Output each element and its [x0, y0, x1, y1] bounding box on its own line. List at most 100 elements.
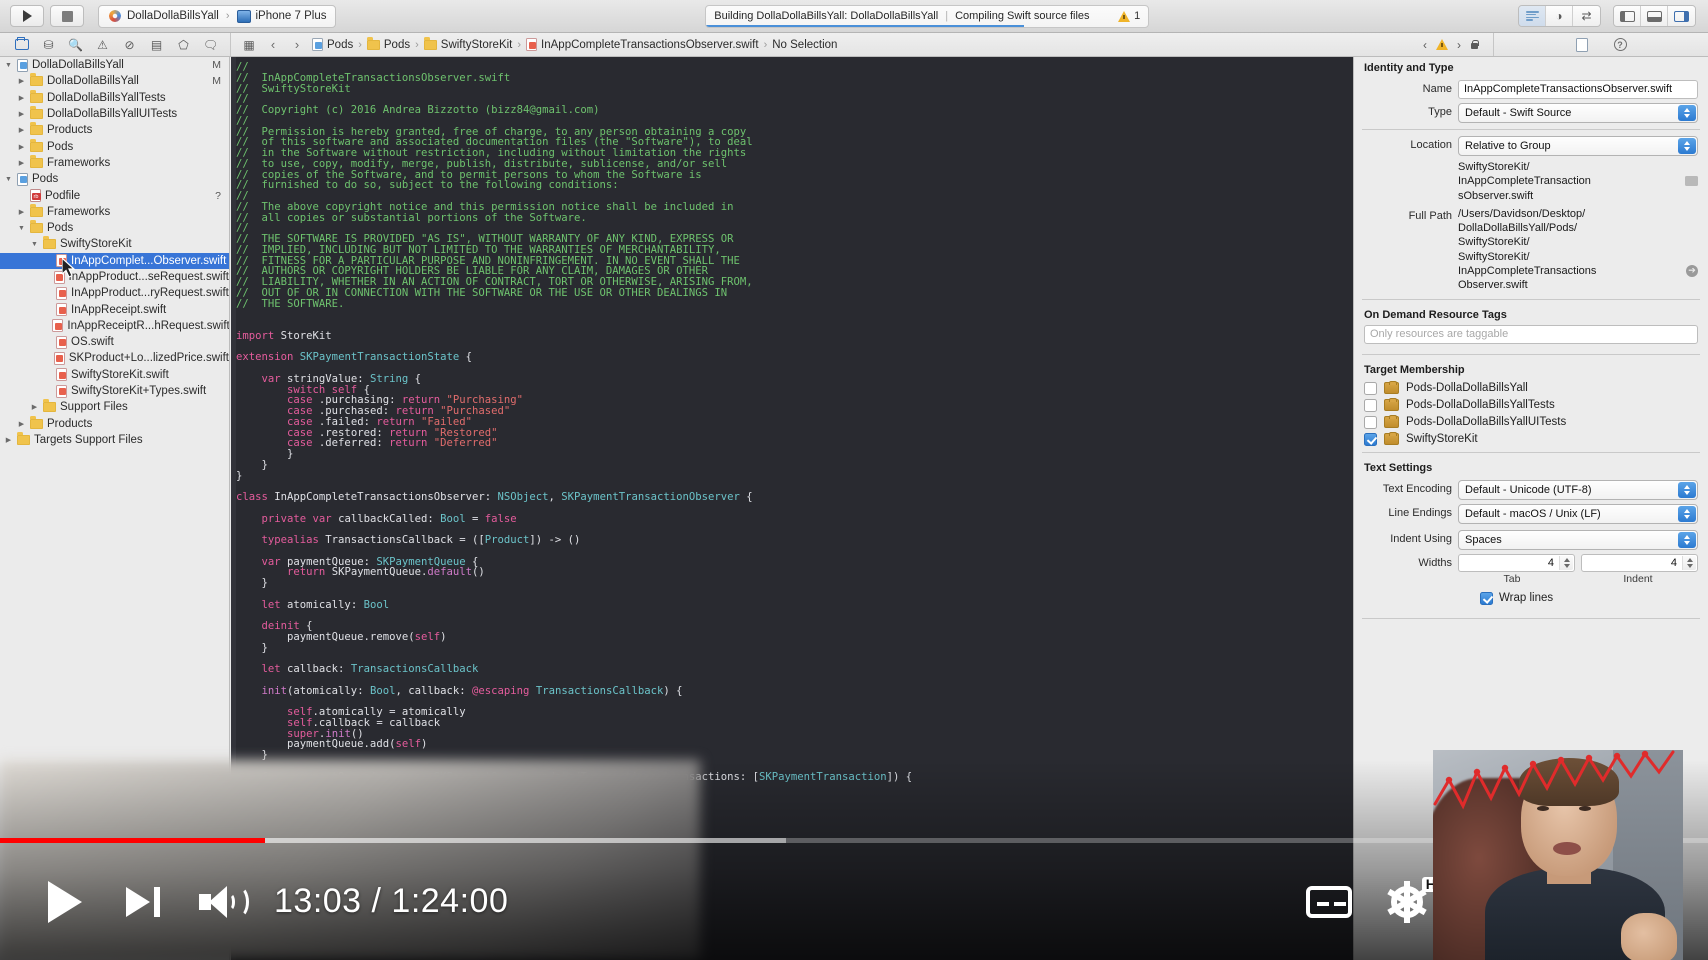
target-checkbox[interactable]	[1364, 432, 1377, 446]
find-navigator-button[interactable]: 🔍	[62, 33, 89, 56]
disclosure-triangle[interactable]: ▼	[4, 62, 13, 69]
location-popup[interactable]: Relative to Group	[1458, 136, 1698, 156]
editor-mode-segments[interactable]: ◑ ⇄	[1518, 5, 1601, 27]
tree-row[interactable]: ▶InAppProduct...seRequest.swift	[0, 269, 229, 285]
stop-button[interactable]	[50, 5, 84, 27]
tree-row[interactable]: ▶SwiftyStoreKit+Types.swift	[0, 383, 229, 399]
choose-folder-icon[interactable]	[1685, 176, 1698, 186]
inspector-selector-bar[interactable]: ?	[1493, 33, 1708, 56]
target-membership-row[interactable]: SwiftyStoreKit	[1354, 431, 1708, 448]
toggle-debug-area-button[interactable]	[1641, 6, 1668, 26]
tree-row[interactable]: ▶ Targets Support Files	[0, 431, 229, 448]
tree-row[interactable]: ▼ Pods	[0, 171, 229, 187]
tree-row[interactable]: ▶ Pods	[0, 138, 229, 154]
breadcrumb-item-4[interactable]: No Selection	[769, 39, 840, 51]
breadcrumb-item-1[interactable]: Pods	[364, 36, 413, 51]
tree-row[interactable]: ▶ Frameworks	[0, 203, 229, 220]
tree-row[interactable]: ▶OS.swift	[0, 334, 229, 350]
go-back-button[interactable]: ‹	[261, 33, 285, 56]
tree-row[interactable]: ▼ DollaDollaBillsYall M	[0, 57, 229, 73]
run-button[interactable]	[10, 5, 44, 27]
disclosure-triangle[interactable]: ▶	[17, 208, 26, 216]
file-tree[interactable]: ▼ DollaDollaBillsYall M ▶ DollaDollaBillsYal…	[0, 57, 229, 448]
target-membership-row[interactable]: Pods-DollaDollaBillsYallUITests	[1354, 414, 1708, 431]
tree-row[interactable]: ▶SwiftyStoreKit.swift	[0, 367, 229, 383]
volume-button[interactable]	[182, 863, 260, 941]
standard-editor-button[interactable]	[1519, 6, 1546, 26]
target-membership-row[interactable]: Pods-DollaDollaBillsYall	[1354, 380, 1708, 397]
tree-row[interactable]: ▶Podfile?	[0, 187, 229, 203]
source-code[interactable]: //// InAppCompleteTransactionsObserver.s…	[236, 62, 1353, 960]
disclosure-triangle[interactable]: ▼	[4, 176, 13, 183]
disclosure-triangle[interactable]: ▼	[30, 241, 39, 248]
previous-issue-button[interactable]: ‹	[1423, 39, 1427, 51]
disclosure-triangle[interactable]: ▶	[17, 143, 26, 151]
reveal-in-finder-icon[interactable]: ➔	[1686, 264, 1698, 277]
captions-button[interactable]	[1290, 863, 1368, 941]
navigator-selector-bar[interactable]: ⛁ 🔍 ⚠ ⊘ ▤ ⬠ 🗨	[0, 33, 230, 56]
odr-tags-field[interactable]: Only resources are taggable	[1364, 324, 1698, 344]
related-items-button[interactable]: ▦	[237, 33, 261, 56]
tree-row[interactable]: ▶ Support Files	[0, 399, 229, 415]
wrap-lines-checkbox[interactable]	[1480, 591, 1493, 605]
disclosure-triangle[interactable]: ▶	[4, 436, 13, 444]
project-navigator-button[interactable]	[8, 33, 35, 56]
target-membership-list[interactable]: Pods-DollaDollaBillsYall Pods-DollaDollaB…	[1354, 380, 1708, 448]
tree-row[interactable]: ▶ DollaDollaBillsYallTests	[0, 89, 229, 106]
toggle-inspector-button[interactable]	[1668, 6, 1695, 26]
play-button[interactable]	[26, 863, 104, 941]
disclosure-triangle[interactable]: ▶	[30, 403, 39, 411]
breadcrumb-item-0[interactable]: Pods	[309, 38, 356, 51]
stepper-icon[interactable]	[1682, 555, 1696, 570]
jump-bar[interactable]: ▦ ‹ › Pods › Pods › SwiftyStoreKit › InA…	[230, 33, 1493, 56]
tree-row[interactable]: ▶ DollaDollaBillsYallUITests	[0, 106, 229, 122]
target-checkbox[interactable]	[1364, 381, 1377, 395]
lock-icon[interactable]	[1470, 39, 1479, 50]
tab-width-field[interactable]: 4	[1458, 553, 1575, 572]
disclosure-triangle[interactable]: ▶	[17, 420, 26, 428]
disclosure-triangle[interactable]: ▼	[17, 225, 26, 232]
text-encoding-popup[interactable]: Default - Unicode (UTF-8)	[1458, 479, 1698, 500]
tree-row[interactable]: ▶InAppProduct...ryRequest.swift	[0, 285, 229, 301]
source-editor[interactable]: //// InAppCompleteTransactionsObserver.s…	[231, 57, 1353, 960]
version-editor-button[interactable]: ⇄	[1573, 6, 1600, 26]
view-toggle-segments[interactable]	[1613, 5, 1696, 27]
wrap-lines-row[interactable]: Wrap lines	[1354, 589, 1708, 608]
target-checkbox[interactable]	[1364, 398, 1377, 412]
disclosure-triangle[interactable]: ▶	[17, 126, 26, 134]
tree-row[interactable]: ▶ Products	[0, 122, 229, 138]
tree-row[interactable]: ▶InAppReceipt.swift	[0, 301, 229, 317]
toggle-navigator-button[interactable]	[1614, 6, 1641, 26]
tree-row[interactable]: ▶InAppComplet...Observer.swift	[0, 252, 229, 269]
activity-status-bar[interactable]: Building DollaDollaBillsYall: DollaDolla…	[705, 4, 1150, 28]
issue-navigator-button[interactable]: ⚠	[89, 33, 116, 56]
tree-row[interactable]: ▼ SwiftyStoreKit	[0, 236, 229, 252]
indent-using-popup[interactable]: Spaces	[1458, 529, 1698, 550]
tree-row[interactable]: ▼ Pods	[0, 220, 229, 236]
disclosure-triangle[interactable]: ▶	[17, 94, 26, 102]
assistant-editor-button[interactable]: ◑	[1546, 6, 1573, 26]
warning-badge[interactable]: 1	[1118, 10, 1140, 22]
project-navigator[interactable]: ▼ DollaDollaBillsYall M ▶ DollaDollaBillsYal…	[0, 57, 230, 960]
target-membership-row[interactable]: Pods-DollaDollaBillsYallTests	[1354, 397, 1708, 414]
line-endings-popup[interactable]: Default - macOS / Unix (LF)	[1458, 503, 1698, 524]
test-navigator-button[interactable]: ⊘	[116, 33, 143, 56]
breadcrumb-item-3[interactable]: InAppCompleteTransactionsObserver.swift	[523, 38, 762, 51]
quick-help-button[interactable]: ?	[1613, 38, 1627, 51]
tree-row[interactable]: ▶ Products	[0, 415, 229, 432]
indent-width-field[interactable]: 4	[1581, 553, 1698, 572]
disclosure-triangle[interactable]: ▶	[17, 159, 26, 167]
scheme-selector[interactable]: DollaDollaBillsYall › iPhone 7 Plus	[98, 4, 337, 28]
report-navigator-button[interactable]: 🗨	[197, 33, 224, 56]
target-checkbox[interactable]	[1364, 415, 1377, 429]
disclosure-triangle[interactable]: ▶	[17, 110, 26, 118]
tree-row[interactable]: ▶SKProduct+Lo...lizedPrice.swift	[0, 350, 229, 366]
file-inspector-button[interactable]	[1575, 37, 1588, 52]
stepper-icon[interactable]	[1559, 555, 1573, 570]
name-field[interactable]: InAppCompleteTransactionsObserver.swift	[1458, 80, 1698, 99]
next-issue-button[interactable]: ›	[1457, 39, 1461, 51]
breadcrumb-item-2[interactable]: SwiftyStoreKit	[421, 36, 516, 51]
debug-navigator-button[interactable]: ▤	[143, 33, 170, 56]
next-video-button[interactable]	[104, 863, 182, 941]
source-control-navigator-button[interactable]: ⛁	[35, 33, 62, 56]
